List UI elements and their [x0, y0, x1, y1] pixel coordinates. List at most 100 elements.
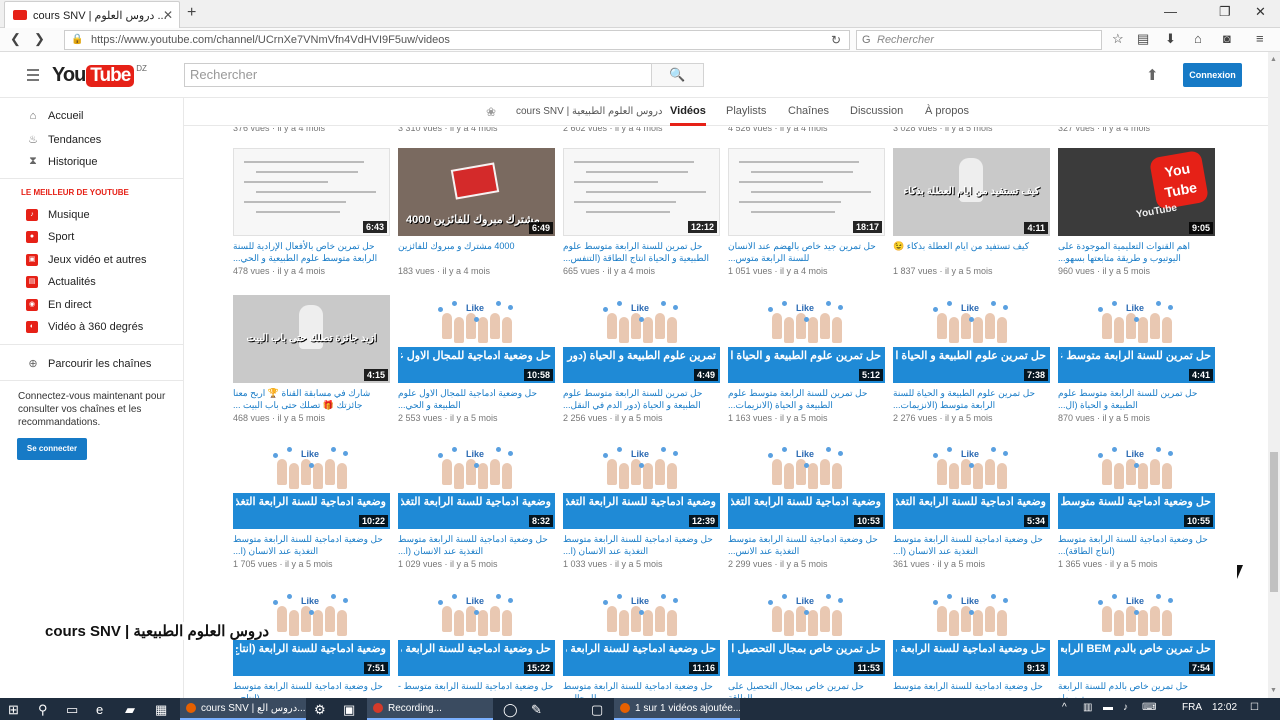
video-title[interactable]: حل تمرين للسنة الرابعة متوسط علوم الطبيع… [728, 387, 885, 411]
menu-icon[interactable]: ≡ [1256, 31, 1264, 46]
file-explorer-icon[interactable]: ▰ [125, 702, 135, 718]
video-card[interactable]: 12:12 حل تمرين للسنة الرابعة متوسط علوم ا… [563, 148, 720, 276]
video-card[interactable]: Like حل تمرين علوم الطبيعة و الحياة الراب… [893, 295, 1050, 423]
video-card[interactable]: You Tube YouTube 9:05 اهم القنوات التعليمية … [1058, 148, 1215, 276]
video-card[interactable]: Like حل وضعية ادماجية للسنة الرابعة متوسط… [893, 588, 1050, 698]
video-card[interactable]: Like وضعية ادماجية للسنة الرابعة (انتاج ا… [233, 588, 390, 698]
sidebar-item-news[interactable]: ▤ Actualités [26, 276, 96, 288]
url-bar[interactable]: 🔒 https://www.youtube.com/channel/UCrnXe… [64, 30, 850, 50]
restore-icon[interactable]: ❐ [1219, 4, 1231, 20]
network-icon[interactable]: ▥ [1083, 702, 1092, 713]
video-card[interactable]: كيف تستفيد من ايام العطلة بذكاء 4:11 كيف ت… [893, 148, 1050, 276]
video-title[interactable]: حل وضعية ادماجية للسنة الرابعة متوسط للم… [563, 680, 720, 698]
video-card[interactable]: 4000 مشترك مبروك للفائزين 6:49 4000 مشترك … [398, 148, 555, 276]
video-thumbnail[interactable]: ازيد جائزة تصلك حتى باب البيت 4:15 [233, 295, 390, 383]
video-card[interactable]: Like وضعية ادماجية للسنة الرابعة التغذية … [563, 441, 720, 569]
video-card[interactable]: Like حل تمرين للسنة الرابعة متوسط علوم ال… [1058, 295, 1215, 423]
close-tab-icon[interactable]: ✕ [163, 8, 173, 22]
bookmark-star-icon[interactable]: ☆ [1112, 31, 1124, 47]
sidebar-item-history[interactable]: ⧗ Historique [26, 155, 97, 168]
video-card[interactable]: ازيد جائزة تصلك حتى باب البيت 4:15 شارك في… [233, 295, 390, 423]
home-browser-icon[interactable]: ⌂ [1194, 31, 1202, 46]
browser-search-box[interactable]: G Rechercher [856, 30, 1102, 50]
page-scrollbar[interactable]: ▲ ▼ [1268, 52, 1280, 698]
battery-icon[interactable]: ▬ [1103, 702, 1113, 713]
back-icon[interactable]: ❮ [10, 31, 21, 47]
store-icon[interactable]: ▦ [155, 702, 167, 718]
channel-name[interactable]: cours SNV | دروس العلوم الطبيعية [516, 106, 662, 117]
video-thumbnail[interactable]: Like حل وضعية ادماجية للسنة الرابعة متوسط… [563, 588, 720, 676]
guide-menu-icon[interactable] [27, 69, 39, 84]
video-thumbnail[interactable]: Like وضعية ادماجية للسنة الرابعة التغذية … [398, 441, 555, 529]
video-title[interactable]: كيف تستفيد من ايام العطلة بذكاء 😉 [893, 240, 1050, 264]
video-title[interactable]: حل وضعية ادماجية للسنة الرابعة متوسط الت… [398, 533, 555, 557]
notifications-icon[interactable]: ☐ [1250, 702, 1259, 713]
video-thumbnail[interactable]: Like وضعية ادماجية للسنة الرابعة التغذية … [233, 441, 390, 529]
video-card[interactable]: Like وضعية ادماجية للسنة الرابعة التغذية … [893, 441, 1050, 569]
video-card[interactable]: 18:17 حل تمرين جيد خاص بالهضم عند الانسان… [728, 148, 885, 276]
sidebar-item-home[interactable]: ⌂ Accueil [26, 110, 84, 122]
video-thumbnail[interactable]: Like حل تمرين للسنة الرابعة متوسط علوم ال… [1058, 295, 1215, 383]
task-view-icon[interactable]: ▭ [66, 702, 78, 718]
tab-playlists[interactable]: Playlists [726, 105, 766, 117]
video-card[interactable]: Like وضعية ادماجية للسنة الرابعة التغذية … [398, 441, 555, 569]
opera-icon[interactable]: ◯ [503, 702, 518, 718]
tab-discussion[interactable]: Discussion [850, 105, 903, 117]
new-tab-icon[interactable]: + [187, 4, 196, 22]
windows-start-icon[interactable]: ⊞ [8, 702, 19, 718]
edge-icon[interactable]: e [96, 702, 103, 717]
video-title[interactable]: حل وضعية ادماجية للسنة الرابعة متوسط [893, 680, 1050, 698]
video-thumbnail[interactable]: Like وضعية ادماجية للسنة الرابعة التغذية … [728, 441, 885, 529]
language-indicator[interactable]: FRA [1182, 702, 1202, 713]
video-thumbnail[interactable]: كيف تستفيد من ايام العطلة بذكاء 4:11 [893, 148, 1050, 236]
sidebar-item-live[interactable]: ◉ En direct [26, 299, 91, 311]
taskbar-app-firefox[interactable]: cours SNV | دروس الع... [180, 698, 306, 720]
video-thumbnail[interactable]: Like حل تمرين علوم الطبيعة و الحياة الراب… [728, 295, 885, 383]
video-card[interactable]: Like حل وضعية ادماجية للمجال الاول علوم ا… [398, 295, 555, 423]
video-title[interactable]: حل وضعية ادماجية للسنة الرابعة متوسط الت… [233, 533, 390, 557]
sidebar-item-trending[interactable]: ♨ Tendances [26, 133, 101, 147]
video-thumbnail[interactable]: 12:12 [563, 148, 720, 236]
scrollbar-thumb[interactable] [1270, 452, 1278, 592]
video-title[interactable]: حل وضعية ادماجية للسنة الرابعة متوسط (ان… [233, 680, 390, 698]
video-title[interactable]: اهم القنوات التعليمية الموجودة على اليوت… [1058, 240, 1215, 264]
video-title[interactable]: حل وضعية ادماجية للسنة الرابعة متوسط الت… [893, 533, 1050, 557]
youtube-search-button[interactable]: 🔍 [651, 63, 704, 87]
reload-icon[interactable]: ↻ [831, 31, 841, 49]
video-title[interactable]: حل تمرين خاص بمجال التحصيل على الطاقة [728, 680, 885, 698]
youtube-search-input[interactable]: Rechercher [184, 63, 652, 87]
video-title[interactable]: حل وضعية ادماجية للمجال الاول علوم الطبي… [398, 387, 555, 411]
video-card[interactable]: Like حل تمرين خاص بالدم BEM الرابعة متوسط… [1058, 588, 1215, 698]
video-thumbnail[interactable]: Like حل وضعية ادماجية للسنة متوسط (انتاج … [1058, 441, 1215, 529]
sidebar-item-360[interactable]: ◐ Vidéo à 360 degrés [26, 321, 143, 333]
video-thumbnail[interactable]: Like وضعية ادماجية للسنة الرابعة التغذية … [893, 441, 1050, 529]
sidebar-signin-button[interactable]: Se connecter [17, 438, 87, 460]
video-card[interactable]: Like حل وضعية ادماجية للسنة الرابعة متوسط… [398, 588, 555, 698]
video-title[interactable]: حل وضعية ادماجية للسنة الرابعة متوسط - [398, 680, 555, 698]
video-card[interactable]: Like حل وضعية ادماجية للسنة متوسط (انتاج … [1058, 441, 1215, 569]
settings-taskbar-icon[interactable]: ⚙ [314, 702, 326, 718]
video-card[interactable]: Like حل تمرين خاص بمجال التحصيل الطاقة لل… [728, 588, 885, 698]
video-thumbnail[interactable]: You Tube YouTube 9:05 [1058, 148, 1215, 236]
video-thumbnail[interactable]: 18:17 [728, 148, 885, 236]
forward-icon[interactable]: ❯ [34, 31, 45, 47]
tab-about[interactable]: À propos [925, 105, 969, 117]
pocket-icon[interactable]: ◙ [1223, 31, 1231, 46]
word-icon[interactable]: ▣ [343, 702, 355, 718]
taskbar-app-upload[interactable]: 1 sur 1 vidéos ajoutée... [614, 698, 740, 720]
video-title[interactable]: حل تمرين علوم الطبيعة و الحياة للسنة الر… [893, 387, 1050, 411]
video-thumbnail[interactable]: Like وضعية ادماجية للسنة الرابعة التغذية … [563, 441, 720, 529]
channel-avatar-icon[interactable]: ❀ [486, 105, 496, 119]
download-icon[interactable]: ⬇ [1165, 31, 1176, 47]
video-title[interactable]: حل وضعية ادماجية للسنة الرابعة متوسط (ان… [1058, 533, 1215, 557]
signin-button[interactable]: Connexion [1183, 63, 1242, 87]
video-thumbnail[interactable]: Like حل تمرين خاص بمجال التحصيل الطاقة لل… [728, 588, 885, 676]
video-title[interactable]: حل وضعية ادماجية للسنة الرابعة متوسط الت… [563, 533, 720, 557]
video-title[interactable]: حل تمرين جيد خاص بالهضم عند الانسان للسن… [728, 240, 885, 264]
tab-channels[interactable]: Chaînes [788, 105, 829, 117]
sidebar-item-sport[interactable]: ● Sport [26, 231, 74, 243]
video-title[interactable]: حل تمرين للسنة الرابعة متوسط علوم الطبيع… [563, 240, 720, 264]
window-close-icon[interactable]: ✕ [1255, 4, 1266, 20]
video-title[interactable]: 4000 مشترك و مبروك للفائزين [398, 240, 555, 264]
video-thumbnail[interactable]: Like حل وضعية ادماجية للمجال الاول علوم ا… [398, 295, 555, 383]
